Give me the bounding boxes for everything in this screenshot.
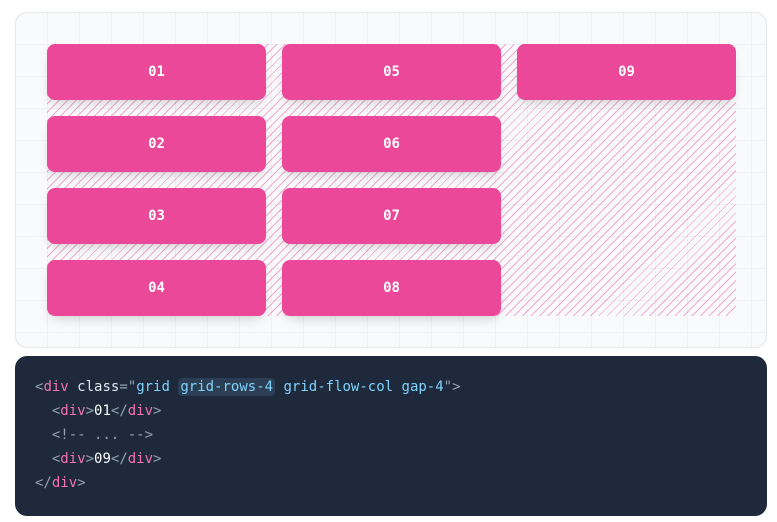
- code-line: <div class="grid grid-rows-4 grid-flow-c…: [35, 378, 461, 396]
- grid-item: 06: [282, 116, 501, 172]
- grid-item: 09: [517, 44, 736, 100]
- code-block: <div class="grid grid-rows-4 grid-flow-c…: [15, 356, 767, 516]
- code-line: <div>01</div>: [51, 403, 162, 419]
- grid-item: 08: [282, 260, 501, 316]
- grid-item: 05: [282, 44, 501, 100]
- code-line: <div>09</div>: [51, 451, 162, 467]
- code-line: <!-- ... -->: [51, 427, 154, 443]
- grid-item: 03: [47, 188, 266, 244]
- grid-item: 07: [282, 188, 501, 244]
- code-line: </div>: [35, 475, 86, 491]
- highlighted-class: grid-rows-4: [178, 378, 276, 396]
- preview-panel: 01 02 03 04 05 06 07 08 09: [15, 12, 767, 348]
- grid-item: 01: [47, 44, 266, 100]
- grid-demo: 01 02 03 04 05 06 07 08 09: [47, 44, 736, 316]
- grid-item: 02: [47, 116, 266, 172]
- grid-item: 04: [47, 260, 266, 316]
